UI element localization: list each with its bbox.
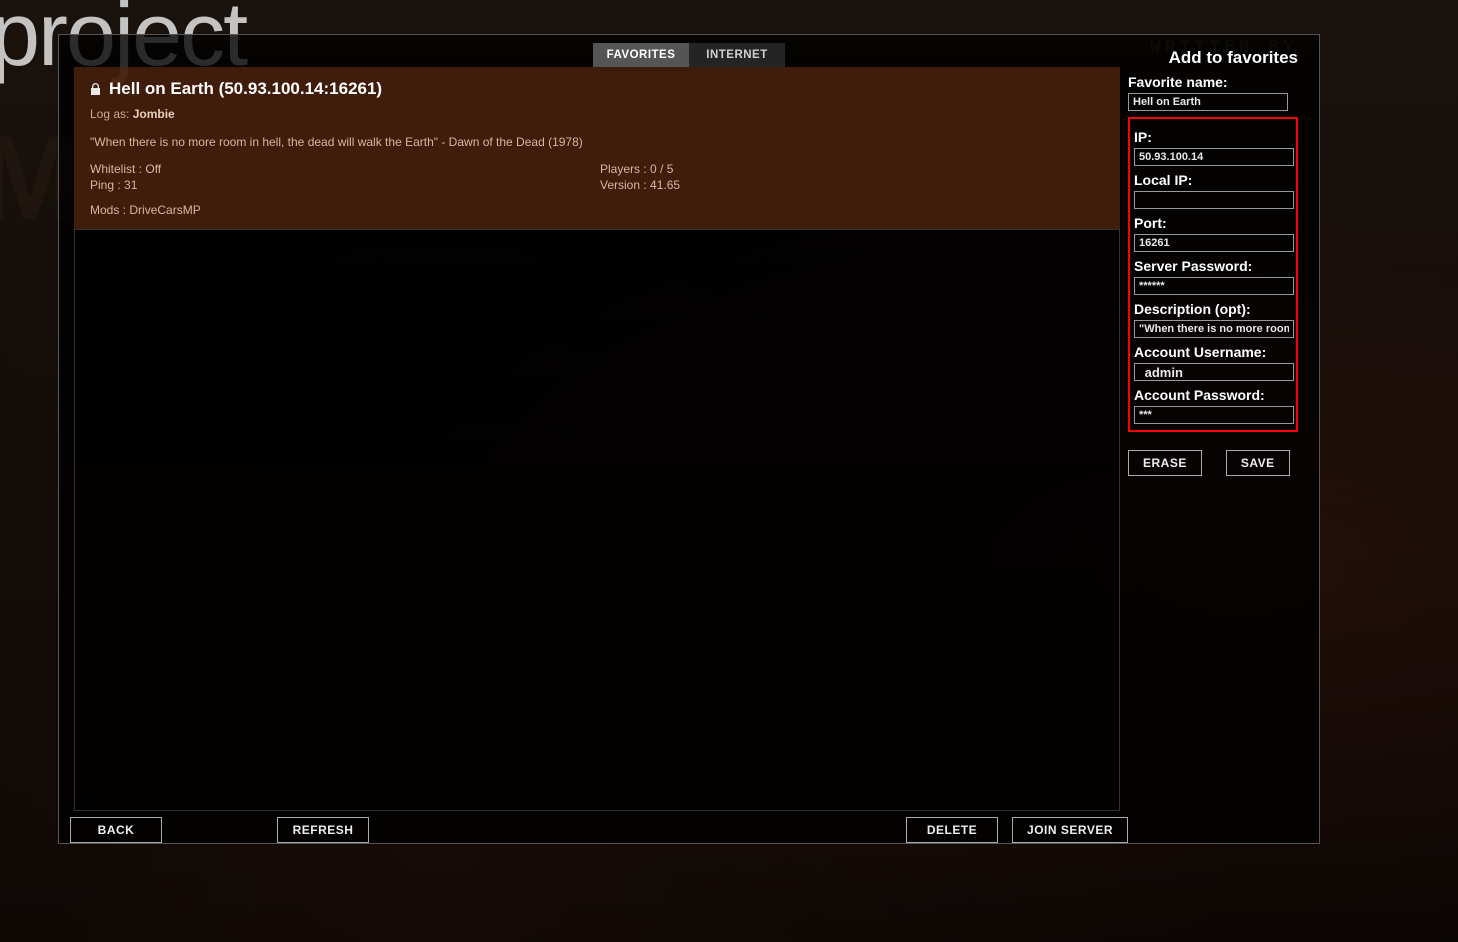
- lock-icon: [90, 83, 101, 96]
- local-ip-label: Local IP:: [1134, 172, 1292, 188]
- add-to-favorites-panel: Add to favorites Favorite name: IP: Loca…: [1128, 48, 1298, 476]
- account-password-input[interactable]: [1134, 406, 1294, 424]
- version-label: Version :: [600, 178, 647, 192]
- server-info-panel[interactable]: Hell on Earth (50.93.100.14:16261) Log a…: [74, 67, 1120, 229]
- erase-button[interactable]: ERASE: [1128, 450, 1202, 476]
- login-name: Jombie: [133, 107, 175, 121]
- whitelist-value: Off: [145, 162, 161, 176]
- ping-label: Ping :: [90, 178, 121, 192]
- players-value: 0 / 5: [650, 162, 673, 176]
- server-title: Hell on Earth (50.93.100.14:16261): [109, 79, 382, 99]
- favorite-name-label: Favorite name:: [1128, 74, 1298, 90]
- ping-value: 31: [124, 178, 137, 192]
- refresh-button[interactable]: REFRESH: [277, 817, 369, 843]
- mods-label: Mods :: [90, 203, 126, 217]
- version-value: 41.65: [650, 178, 680, 192]
- join-server-button[interactable]: JOIN SERVER: [1012, 817, 1128, 843]
- login-label: Log as:: [90, 107, 129, 121]
- server-password-input[interactable]: [1134, 277, 1294, 295]
- account-password-label: Account Password:: [1134, 387, 1292, 403]
- tab-internet[interactable]: INTERNET: [689, 43, 785, 67]
- server-description: "When there is no more room in hell, the…: [90, 135, 1104, 149]
- local-ip-input[interactable]: [1134, 191, 1294, 209]
- tab-bar: FAVORITES INTERNET: [593, 43, 785, 67]
- players-label: Players :: [600, 162, 647, 176]
- description-input[interactable]: [1134, 320, 1294, 338]
- server-password-label: Server Password:: [1134, 258, 1292, 274]
- account-username-label: Account Username:: [1134, 344, 1292, 360]
- delete-button[interactable]: DELETE: [906, 817, 998, 843]
- whitelist-label: Whitelist :: [90, 162, 142, 176]
- description-label: Description (opt):: [1134, 301, 1292, 317]
- ip-label: IP:: [1134, 129, 1292, 145]
- tab-favorites[interactable]: FAVORITES: [593, 43, 689, 67]
- favorite-name-input[interactable]: [1128, 93, 1288, 111]
- bottom-bar: BACK REFRESH DELETE JOIN SERVER: [70, 815, 1128, 845]
- back-button[interactable]: BACK: [70, 817, 162, 843]
- port-input[interactable]: [1134, 234, 1294, 252]
- highlighted-connection-fields: IP: Local IP: Port: Server Password: Des…: [1128, 117, 1298, 432]
- port-label: Port:: [1134, 215, 1292, 231]
- login-row: Log as: Jombie: [90, 107, 1104, 121]
- favorites-panel-title: Add to favorites: [1128, 48, 1298, 68]
- account-username-input[interactable]: [1134, 363, 1294, 381]
- mods-value: DriveCarsMP: [129, 203, 200, 217]
- save-button[interactable]: SAVE: [1226, 450, 1290, 476]
- ip-input[interactable]: [1134, 148, 1294, 166]
- server-list-area[interactable]: [74, 229, 1120, 811]
